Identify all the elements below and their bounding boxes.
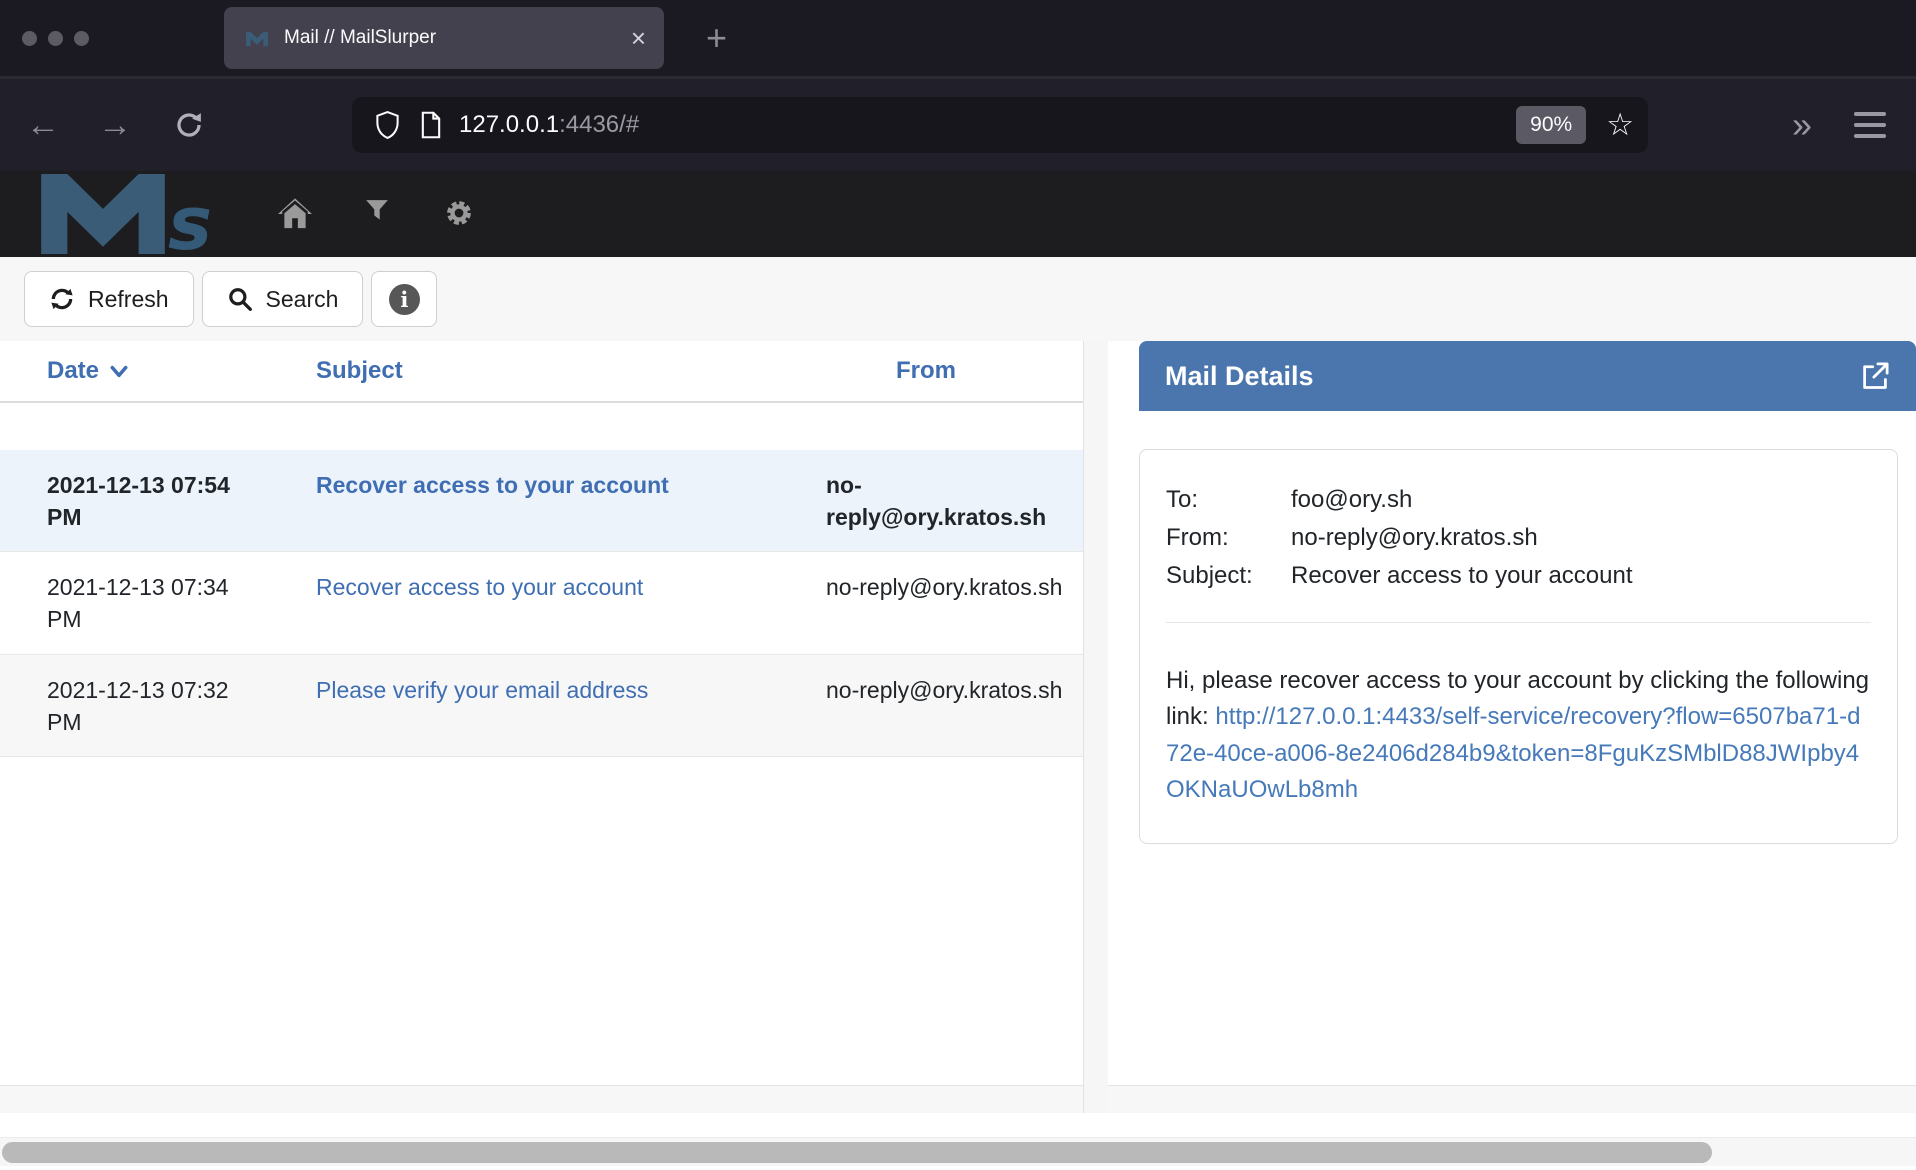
main-content: Date Subject From 2021-12-13 07:54 PM Re… <box>0 341 1916 1113</box>
search-button[interactable]: Search <box>202 271 364 327</box>
mail-date: 2021-12-13 07:32 PM <box>0 675 300 738</box>
window-controls[interactable] <box>22 31 89 46</box>
mail-list-empty-space <box>0 757 1083 1085</box>
search-icon <box>227 286 253 312</box>
url-bar[interactable]: 127.0.0.1:4436/# 90% ☆ <box>352 97 1648 153</box>
browser-tab-mailslurper[interactable]: Mail // MailSlurper × <box>224 7 664 69</box>
mail-details-panel: Mail Details To: foo@ory.sh From: no-rep… <box>1108 341 1916 1113</box>
table-spacer <box>0 403 1083 450</box>
mail-details-footer <box>1108 1085 1916 1113</box>
window-close-dot[interactable] <box>22 31 37 46</box>
horizontal-scrollbar-track[interactable] <box>0 1137 1916 1166</box>
to-value: foo@ory.sh <box>1291 486 1871 514</box>
mail-body: Hi, please recover access to your accoun… <box>1166 663 1871 809</box>
mail-meta: To: foo@ory.sh From: no-reply@ory.kratos… <box>1166 486 1871 590</box>
mail-from: no-reply@ory.kratos.sh <box>810 572 1083 635</box>
reload-icon[interactable] <box>166 110 212 140</box>
mail-details-card: To: foo@ory.sh From: no-reply@ory.kratos… <box>1139 449 1898 844</box>
column-header-from[interactable]: From <box>810 357 1083 385</box>
mailslurper-header: s <box>0 171 1916 257</box>
zoom-level-badge[interactable]: 90% <box>1516 106 1586 144</box>
mail-list-panel: Date Subject From 2021-12-13 07:54 PM Re… <box>0 341 1084 1113</box>
subject-label: Subject: <box>1166 562 1291 590</box>
menu-hamburger-icon[interactable] <box>1854 112 1886 138</box>
mail-row-2[interactable]: 2021-12-13 07:34 PM Recover access to yo… <box>0 551 1083 653</box>
bottom-padding <box>0 1113 1916 1137</box>
search-label: Search <box>266 286 339 313</box>
appbar-icons <box>274 198 480 230</box>
refresh-label: Refresh <box>88 286 169 313</box>
subject-value: Recover access to your account <box>1291 562 1871 590</box>
browser-tab-bar: Mail // MailSlurper × + <box>0 0 1916 76</box>
browser-window: Mail // MailSlurper × + ← → <box>0 0 1916 1170</box>
gear-icon[interactable] <box>438 198 480 230</box>
url-text: 127.0.0.1:4436/# <box>459 111 639 139</box>
from-value: no-reply@ory.kratos.sh <box>1291 524 1871 552</box>
shield-icon[interactable] <box>374 110 401 140</box>
mail-subject-link[interactable]: Please verify your email address <box>316 677 648 703</box>
window-maximize-dot[interactable] <box>74 31 89 46</box>
filter-icon[interactable] <box>356 198 398 230</box>
mailslurper-logo[interactable]: s <box>28 174 212 254</box>
mailslurper-favicon-icon <box>246 29 270 47</box>
info-button[interactable]: i <box>371 271 437 327</box>
mail-date: 2021-12-13 07:34 PM <box>0 572 300 635</box>
mail-table-header: Date Subject From <box>0 341 1083 403</box>
home-icon[interactable] <box>274 198 316 230</box>
browser-nav-bar: ← → 127.0.0.1:4436/# 90% ☆ <box>0 76 1916 171</box>
new-tab-icon[interactable]: + <box>706 20 727 56</box>
horizontal-scrollbar-thumb[interactable] <box>2 1142 1712 1163</box>
refresh-icon <box>49 286 75 312</box>
window-minimize-dot[interactable] <box>48 31 63 46</box>
to-label: To: <box>1166 486 1291 514</box>
card-divider <box>1166 622 1871 623</box>
page-info-icon[interactable] <box>419 111 443 139</box>
recovery-link[interactable]: http://127.0.0.1:4433/self-service/recov… <box>1166 703 1860 803</box>
page-bottom <box>0 1113 1916 1170</box>
mail-subject-link[interactable]: Recover access to your account <box>316 574 643 600</box>
column-header-subject[interactable]: Subject <box>300 357 810 385</box>
mail-from: no-reply@ory.kratos.sh <box>810 470 1083 533</box>
mail-details-title: Mail Details <box>1165 361 1314 392</box>
tab-title: Mail // MailSlurper <box>284 27 436 49</box>
overflow-menu-icon[interactable]: » <box>1792 104 1808 146</box>
mail-row-3[interactable]: 2021-12-13 07:32 PM Please verify your e… <box>0 654 1083 757</box>
bookmark-star-icon[interactable]: ☆ <box>1606 107 1634 143</box>
panel-divider[interactable] <box>1084 341 1108 1113</box>
mail-list-footer <box>0 1085 1083 1113</box>
forward-icon[interactable]: → <box>92 106 138 145</box>
action-toolbar: Refresh Search i <box>0 257 1916 341</box>
logo-s-letter: s <box>168 196 212 254</box>
mail-from: no-reply@ory.kratos.sh <box>810 675 1083 738</box>
sort-descending-icon <box>109 364 129 379</box>
from-label: From: <box>1166 524 1291 552</box>
open-external-icon[interactable] <box>1860 361 1890 391</box>
tab-close-icon[interactable]: × <box>631 25 646 51</box>
refresh-button[interactable]: Refresh <box>24 271 194 327</box>
info-icon: i <box>389 284 420 315</box>
mail-date: 2021-12-13 07:54 PM <box>0 470 300 533</box>
column-header-date[interactable]: Date <box>0 357 300 385</box>
mail-subject-link[interactable]: Recover access to your account <box>316 472 669 498</box>
mail-row-1[interactable]: 2021-12-13 07:54 PM Recover access to yo… <box>0 450 1083 551</box>
back-icon[interactable]: ← <box>20 106 66 145</box>
mail-details-empty-space <box>1108 844 1916 1085</box>
mail-details-header: Mail Details <box>1139 341 1916 411</box>
